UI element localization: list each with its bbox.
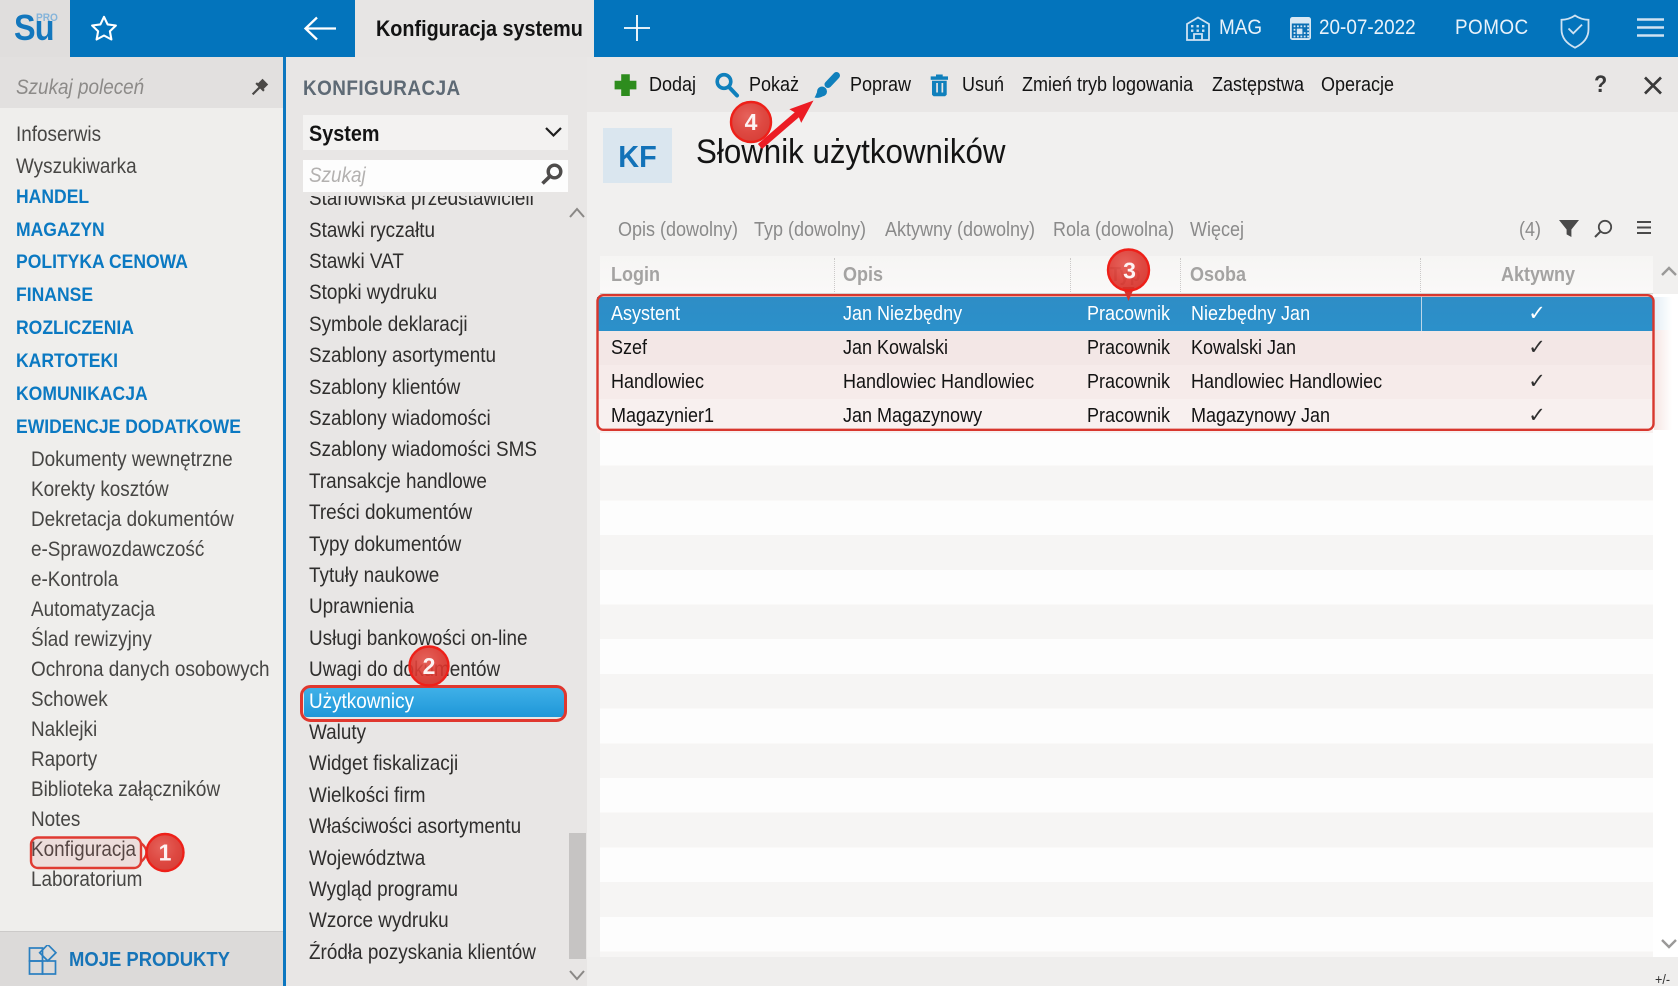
svg-text:2: 2 — [423, 653, 436, 679]
svg-text:4: 4 — [745, 109, 758, 135]
svg-text:3: 3 — [1123, 258, 1136, 284]
svg-text:1: 1 — [159, 840, 172, 866]
